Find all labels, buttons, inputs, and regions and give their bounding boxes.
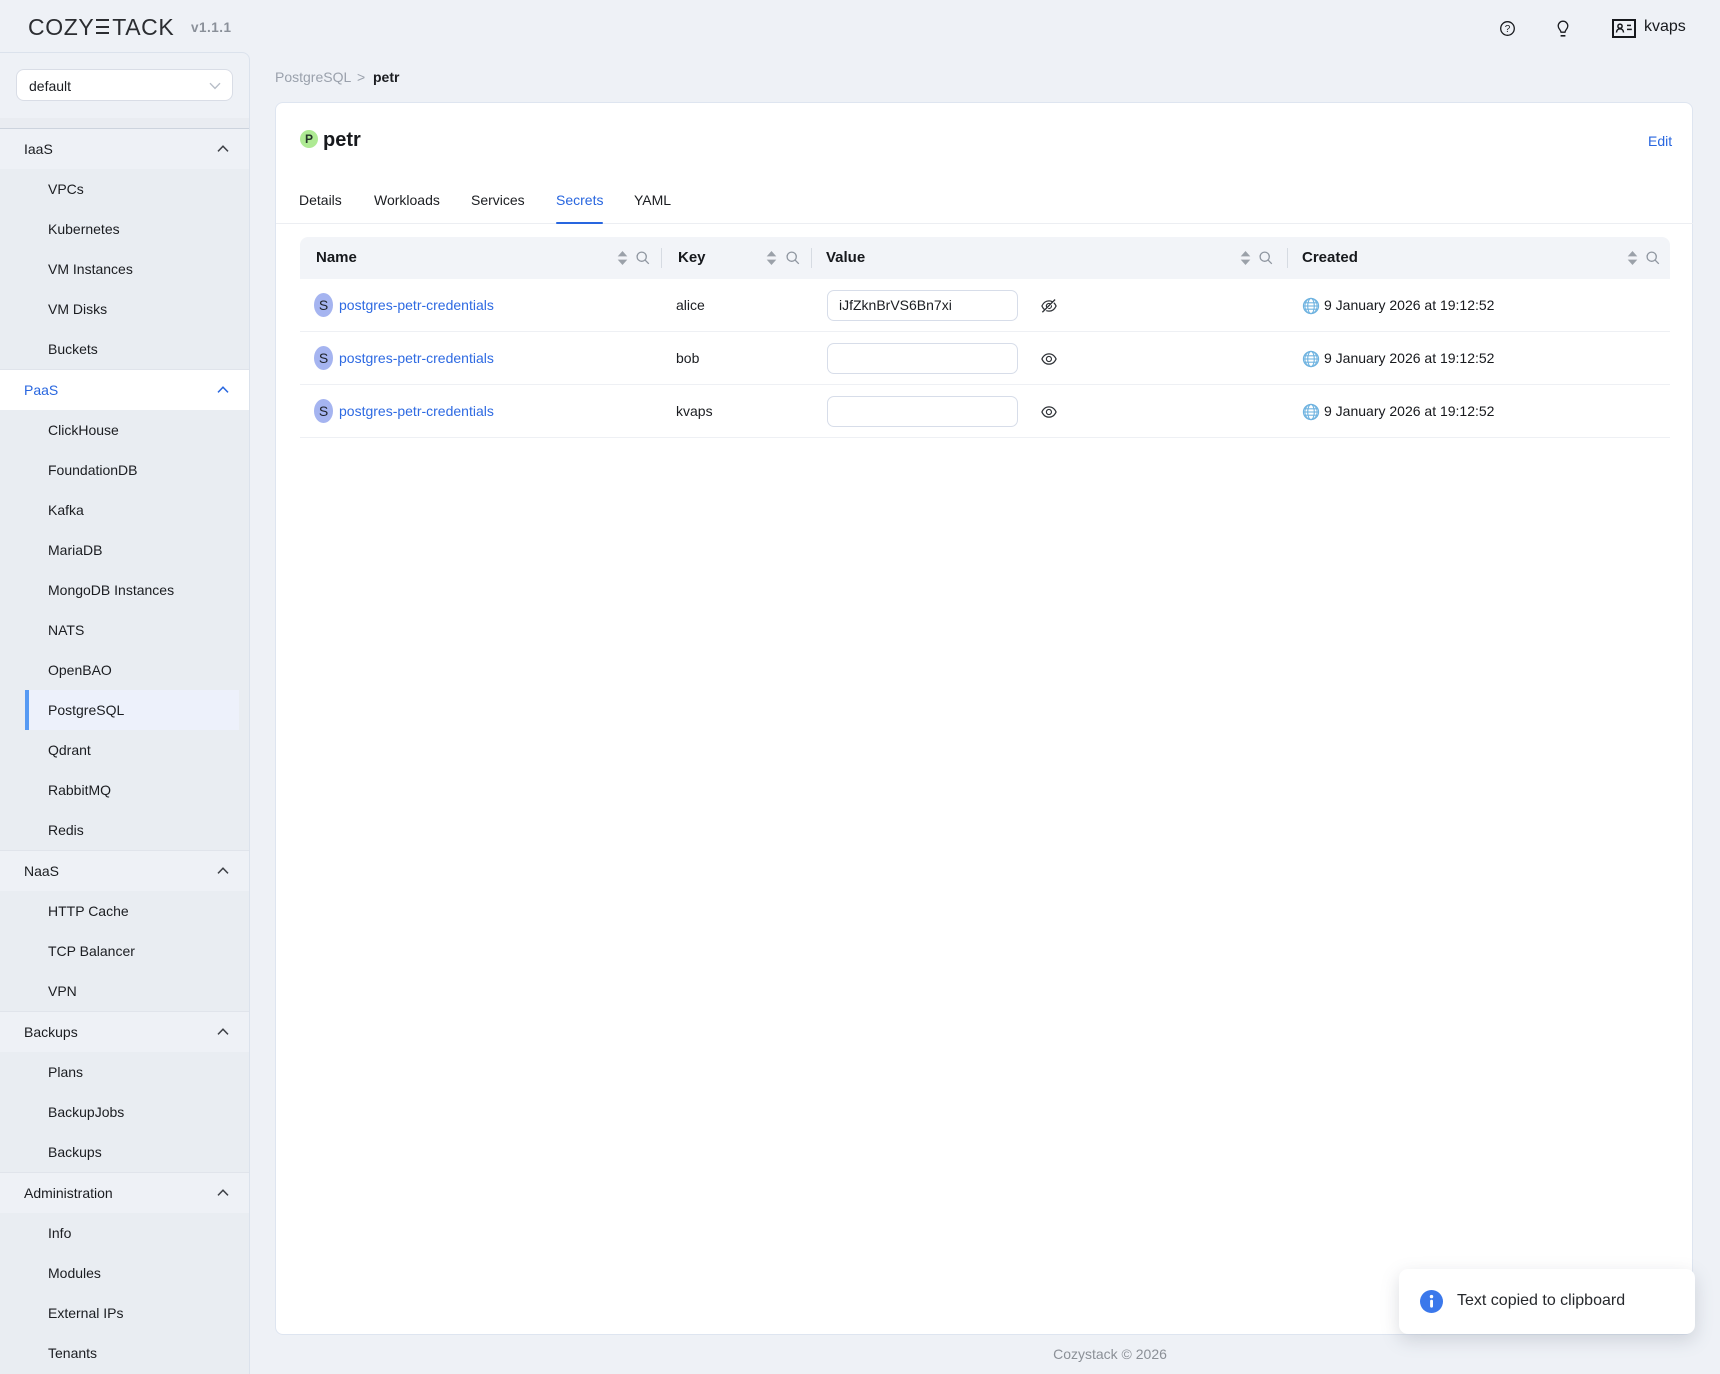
svg-text:?: ? xyxy=(1505,24,1511,35)
